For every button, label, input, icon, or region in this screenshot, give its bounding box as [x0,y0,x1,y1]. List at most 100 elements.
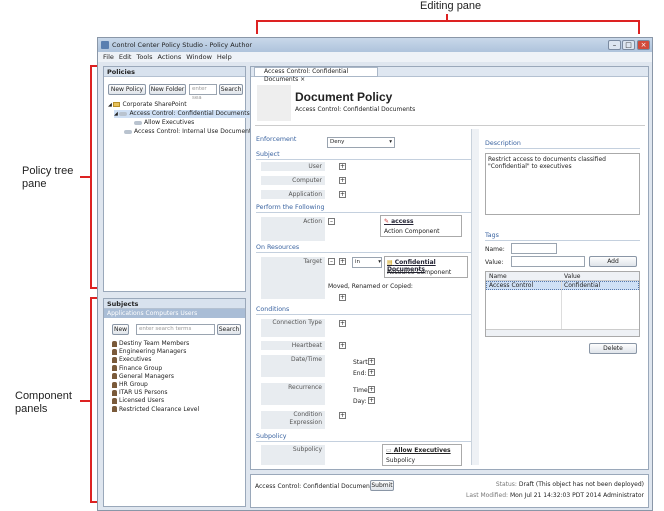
list-item[interactable]: Destiny Team Members [112,340,189,348]
form-scrollbar[interactable] [471,129,479,465]
action-name: access [391,218,414,225]
bracket-left-tick [256,20,258,34]
action-remove-button[interactable]: – [328,218,335,225]
policy-subtitle: Access Control: Confidential Documents [295,106,416,113]
subject-search-button[interactable]: Search [217,324,241,335]
connection-add-button[interactable]: + [339,320,346,327]
list-item[interactable]: HR Group [112,381,148,389]
window-title: Control Center Policy Studio - Policy Au… [112,41,253,49]
footer-policy-name: Access Control: Confidential Documents [255,483,376,490]
policy-icon [124,129,132,134]
policy-search-input[interactable]: enter sea [189,84,217,101]
end-label: End: [353,370,367,377]
add-tag-button[interactable]: Add [589,256,637,267]
comp-bracket-bottom [90,501,97,503]
list-item[interactable]: Executives [112,356,151,364]
moved-add-button[interactable]: + [339,294,346,301]
menu-actions[interactable]: Actions [158,53,182,61]
tree-item-internal-use[interactable]: Access Control: Internal Use Documents [124,128,254,136]
maximize-button[interactable]: □ [622,40,635,50]
editing-pane-bracket [256,20,640,22]
subpolicy-type: Subpolicy [386,457,416,464]
table-row[interactable]: Access Control Confidential [486,281,639,290]
minimize-button[interactable]: – [608,40,621,50]
start-add-button[interactable]: + [368,358,375,365]
comp-bracket-top [90,297,97,299]
application-label: Application [261,190,325,199]
tree-label: Access Control: Internal Use Documents [134,128,255,135]
section-conditions: Conditions [256,305,472,315]
col-value-header[interactable]: Value [564,272,580,281]
subpolicy-link[interactable]: ▭ Allow Executives [386,447,451,454]
menu-file[interactable]: File [103,53,114,61]
subject-label: Destiny Team Members [119,340,190,347]
enforcement-select[interactable]: Deny ▾ [327,137,395,148]
datetime-label: Date/Time [261,355,325,377]
list-item[interactable]: ITAR US Persons [112,389,168,397]
section-subpolicy: Subpolicy [256,432,472,442]
close-button[interactable]: × [637,40,650,50]
policy-search-button[interactable]: Search [219,84,243,95]
description-textarea[interactable]: Restrict access to documents classified … [485,153,640,215]
time-add-button[interactable]: + [368,386,375,393]
policies-header: Policies [104,67,245,77]
target-operator-select[interactable]: in ▾ [352,257,382,268]
menu-edit[interactable]: Edit [119,53,132,61]
tab-confidential-documents[interactable]: Access Control: Confidential Documents × [254,67,378,83]
col-name-header[interactable]: Name [489,272,507,281]
new-subject-button[interactable]: New [112,324,129,335]
editor-panel: Access Control: Confidential Documents ×… [250,66,649,470]
menu-help[interactable]: Help [217,53,232,61]
target-operator: in [355,259,361,265]
list-item[interactable]: Finance Group [112,365,162,373]
heartbeat-add-button[interactable]: + [339,342,346,349]
end-add-button[interactable]: + [368,369,375,376]
delete-tag-button[interactable]: Delete [589,343,637,354]
table-hscrollbar[interactable] [486,329,639,336]
menu-bar: File Edit Tools Actions Window Help [98,52,652,62]
properties-pane: Description Restrict access to documents… [481,129,646,467]
tree-label: Corporate SharePoint [122,101,187,108]
target-add-button[interactable]: + [339,258,346,265]
day-add-button[interactable]: + [368,397,375,404]
new-policy-button[interactable]: New Policy [108,84,146,95]
list-item[interactable]: General Managers [112,373,174,381]
subject-label: Executives [119,356,152,364]
action-component[interactable]: ✎ access Action Component [380,215,462,237]
connection-type-label: Connection Type [261,319,325,337]
tree-item-confidential[interactable]: ◢ Access Control: Confidential Documents [114,110,250,118]
tree-item-corporate-sharepoint[interactable]: ◢ Corporate SharePoint [108,101,187,109]
subjects-tabs[interactable]: Applications Computers Users [104,309,245,318]
user-add-button[interactable]: + [339,163,346,170]
subpolicy-component[interactable]: ▭ Allow Executives Subpolicy [382,444,462,466]
resource-type: Resource Component [387,269,452,276]
tags-table: Name Value Access Control Confidential [485,271,640,337]
list-item[interactable]: Restricted Clearance Level [112,406,199,414]
list-item[interactable]: Engineering Managers [112,348,186,356]
status-label: Status: [495,481,517,488]
resource-component[interactable]: ▤ Confidential Documents Resource Compon… [384,256,468,278]
tag-name-input[interactable] [511,243,557,254]
subject-label: HR Group [119,381,148,388]
menu-tools[interactable]: Tools [136,53,152,61]
new-folder-button[interactable]: New Folder [149,84,186,95]
action-link[interactable]: ✎ access [384,218,414,225]
condition-add-button[interactable]: + [339,412,346,419]
pencil-icon: ✎ [384,218,390,225]
status-footer: Access Control: Confidential Documents S… [250,474,649,508]
section-perform: Perform the Following [256,203,472,213]
list-item[interactable]: Licensed Users [112,397,164,405]
computer-add-button[interactable]: + [339,177,346,184]
submit-button[interactable]: Submit [370,480,394,491]
user-group-icon [112,373,117,380]
tag-value-input[interactable] [511,256,585,267]
menu-window[interactable]: Window [186,53,212,61]
subject-search-input[interactable]: enter search terms [136,324,215,335]
moved-label: Moved, Renamed or Copied: [328,283,413,290]
application-add-button[interactable]: + [339,191,346,198]
target-remove-button[interactable]: – [328,258,335,265]
tree-item-allow-executives[interactable]: Allow Executives [134,119,194,127]
description-text: Restrict access to documents classified … [488,156,606,170]
user-group-icon [112,348,117,355]
modified-label: Last Modified: [466,492,509,499]
